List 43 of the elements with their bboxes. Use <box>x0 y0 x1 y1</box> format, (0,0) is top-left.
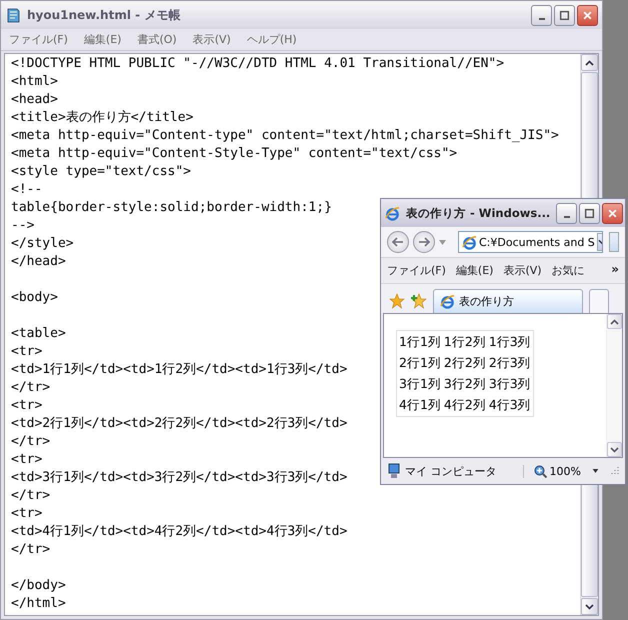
code-line: <td>2行1列</td><td>2行2列</td><td>2行3列</td> <box>11 415 348 433</box>
code-line: <meta http-equiv="Content-Style-Type" content="text/css"> <box>11 145 458 163</box>
code-line: </tr> <box>11 379 50 397</box>
code-line: <td>3行1列</td><td>3行2列</td><td>3行3列</td> <box>11 469 348 487</box>
table-cell-text: 4行1列 <box>398 396 442 414</box>
table-cell-text: 1行1列 <box>398 333 442 351</box>
code-line: </html> <box>11 595 66 613</box>
code-line: <body> <box>11 289 58 307</box>
code-line: </head> <box>11 253 66 271</box>
code-line: <style type="text/css"> <box>11 163 192 181</box>
status-text: マイ コンピュータ <box>405 464 498 478</box>
table-cell-text: 2行3列 <box>488 354 532 372</box>
table-cell-text: 3行3列 <box>488 375 532 393</box>
code-line: --> <box>11 217 34 235</box>
table-cell-text: 2行2列 <box>442 354 487 372</box>
code-line: <tr> <box>11 451 42 469</box>
table-cell-text: 4行3列 <box>488 396 532 414</box>
code-line: </tr> <box>11 541 50 559</box>
code-line: <html> <box>11 73 58 91</box>
table-cell-text: 2行1列 <box>398 354 442 372</box>
code-line: <!-- <box>11 181 42 199</box>
code-line: <tr> <box>11 397 42 415</box>
code-line: <meta http-equiv="Content-type" content="text/html;charset=Shift_JIS"> <box>11 127 559 145</box>
code-line: <tr> <box>11 505 42 523</box>
code-line: </tr> <box>11 487 50 505</box>
code-line: <!DOCTYPE HTML PUBLIC "-//W3C//DTD HTML 4.01 Transitional//EN"> <box>11 55 504 73</box>
code-line: <tr> <box>11 343 42 361</box>
table-cell-text: 1行3列 <box>488 333 532 351</box>
window-title: hyou1new.html - メモ帳 <box>27 6 182 24</box>
code-line: <head> <box>11 91 58 109</box>
table-cell-text: 4行2列 <box>442 396 487 414</box>
table-cell-text: 1行2列 <box>442 333 487 351</box>
code-line: <title>表の作り方</title> <box>11 109 194 127</box>
table-cell-text: 3行2列 <box>442 375 487 393</box>
code-line: </body> <box>11 577 66 595</box>
window-title: 表の作り方 - Windows... <box>406 206 550 220</box>
table-cell-text: 3行1列 <box>398 375 442 393</box>
code-line: </tr> <box>11 433 50 451</box>
code-line: <td>4行1列</td><td>4行2列</td><td>4行3列</td> <box>11 523 348 541</box>
code-line: table{border-style:solid;border-width:1;} <box>11 199 332 217</box>
code-line: <table> <box>11 325 66 343</box>
code-line: <td>1行1列</td><td>1行2列</td><td>1行3列</td> <box>11 361 348 379</box>
code-line: </style> <box>11 235 74 253</box>
